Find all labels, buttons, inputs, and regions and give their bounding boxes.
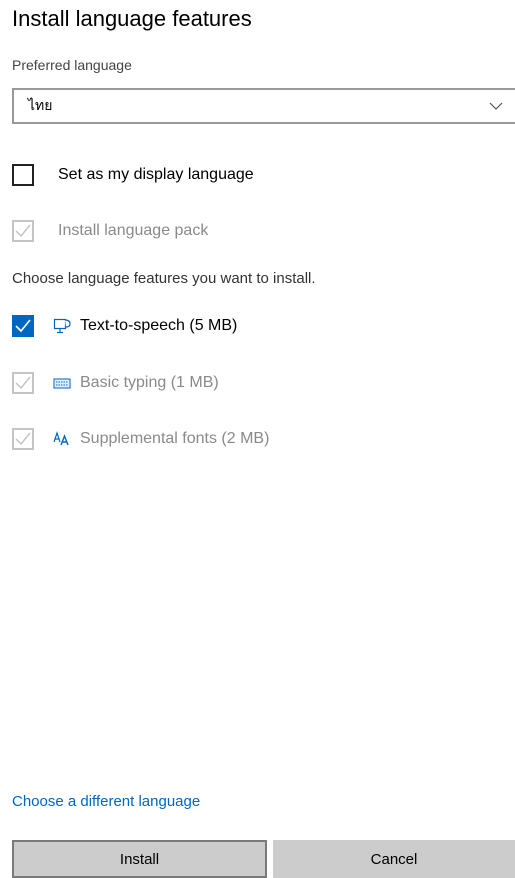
font-icon [52, 429, 72, 449]
basic-typing-label: Basic typing (1 MB) [80, 374, 219, 391]
language-select[interactable]: ไทย [12, 88, 515, 124]
text-to-speech-checkbox[interactable] [12, 315, 34, 337]
selected-language-value: ไทย [28, 97, 53, 113]
checkmark-icon [15, 432, 31, 446]
speech-icon [52, 316, 72, 336]
features-heading: Choose language features you want to ins… [12, 270, 316, 287]
dialog-title: Install language features [12, 6, 252, 31]
language-pack-option: Install language pack [12, 220, 208, 242]
install-button[interactable]: Install [12, 840, 267, 878]
chevron-down-icon [489, 102, 503, 110]
supplemental-fonts-checkbox [12, 428, 34, 450]
basic-typing-checkbox [12, 372, 34, 394]
feature-text-to-speech[interactable]: Text-to-speech (5 MB) [12, 315, 237, 337]
feature-basic-typing: Basic typing (1 MB) [12, 372, 219, 394]
checkmark-icon [15, 376, 31, 390]
display-language-option[interactable]: Set as my display language [12, 164, 254, 186]
language-pack-label: Install language pack [58, 222, 209, 239]
language-pack-checkbox [12, 220, 34, 242]
text-to-speech-label: Text-to-speech (5 MB) [80, 317, 238, 334]
choose-different-language-link[interactable]: Choose a different language [12, 793, 200, 810]
feature-supplemental-fonts: Supplemental fonts (2 MB) [12, 428, 269, 450]
preferred-language-label: Preferred language [12, 57, 132, 73]
display-language-label: Set as my display language [58, 166, 254, 183]
keyboard-icon [52, 373, 72, 393]
display-language-checkbox[interactable] [12, 164, 34, 186]
checkmark-icon [15, 224, 31, 238]
supplemental-fonts-label: Supplemental fonts (2 MB) [80, 430, 270, 447]
cancel-button[interactable]: Cancel [273, 840, 515, 878]
checkmark-icon [15, 319, 31, 333]
